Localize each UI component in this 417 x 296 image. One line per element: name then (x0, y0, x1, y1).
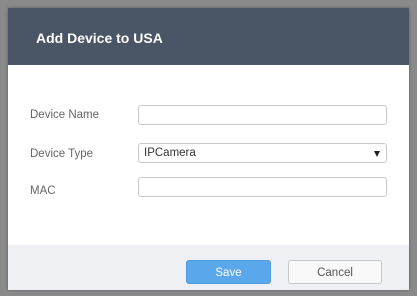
add-device-dialog: Add Device to USA Device Name Device Typ… (8, 8, 409, 290)
mac-input[interactable] (138, 177, 387, 197)
dialog-body: Device Name Device Type IPCamera MAC (8, 65, 409, 245)
mac-label: MAC (30, 185, 56, 197)
save-button[interactable]: Save (186, 260, 271, 284)
device-name-input[interactable] (138, 105, 387, 125)
device-name-label: Device Name (30, 109, 100, 121)
device-type-selected-value: IPCamera (144, 147, 196, 159)
dialog-title: Add Device to USA (36, 30, 163, 46)
cancel-button[interactable]: Cancel (288, 260, 382, 284)
page: Add Device to USA Device Name Device Typ… (0, 0, 417, 296)
device-type-select[interactable]: IPCamera (138, 143, 387, 163)
dialog-header: Add Device to USA (8, 8, 409, 65)
chevron-down-icon (374, 151, 380, 157)
dialog-footer: Save Cancel (8, 245, 409, 290)
device-type-label: Device Type (30, 148, 94, 160)
